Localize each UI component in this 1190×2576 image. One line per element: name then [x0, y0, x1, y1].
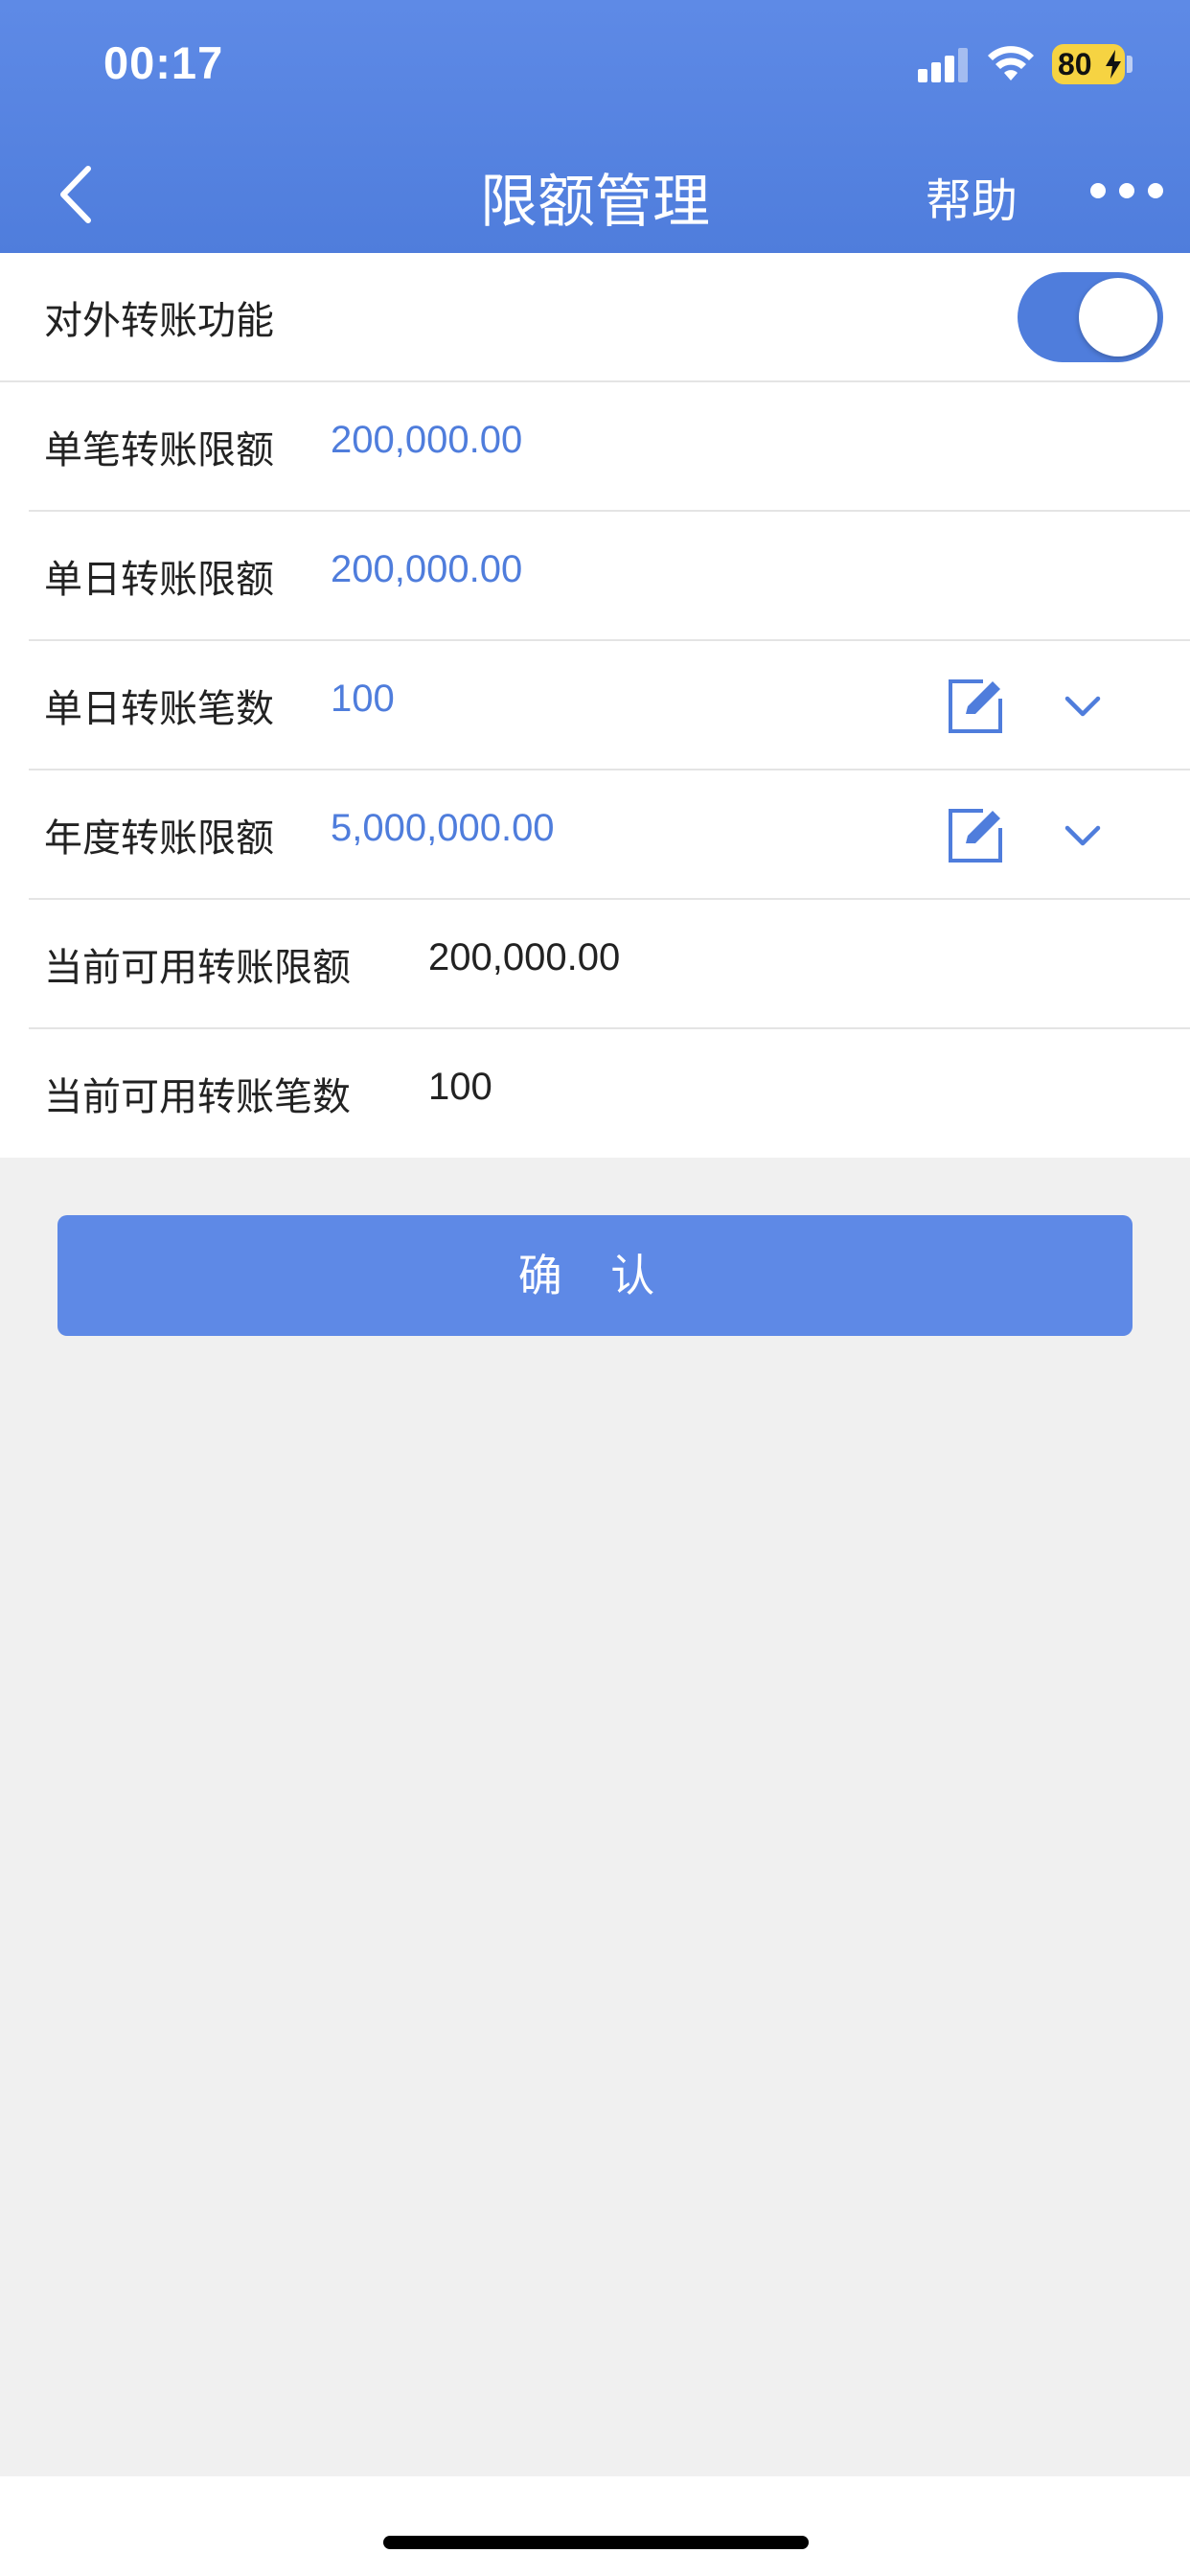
- available-transfer-limit-value: 200,000.00: [428, 936, 621, 978]
- wifi-icon: [988, 46, 1034, 80]
- edit-icon[interactable]: [945, 805, 1006, 866]
- row-label: 单笔转账限额: [44, 428, 274, 472]
- daily-transfer-count-row: 单日转账笔数 100: [29, 641, 1190, 770]
- daily-transfer-limit-value: 200,000.00: [331, 548, 523, 590]
- daily-transfer-count-value: 100: [331, 678, 395, 720]
- row-label: 当前可用转账笔数: [44, 1075, 351, 1119]
- external-transfer-row: 对外转账功能: [0, 253, 1190, 382]
- more-dots-icon[interactable]: [1088, 176, 1165, 205]
- bottom-safe-area: [0, 2476, 1190, 2576]
- toggle-knob: [1079, 278, 1157, 356]
- top-bar: 00:17 80 限额管理 帮助: [0, 0, 1190, 253]
- help-link[interactable]: 帮助: [926, 163, 1018, 230]
- battery-level: 80: [1058, 47, 1092, 81]
- single-transfer-limit-value: 200,000.00: [331, 419, 523, 461]
- chevron-down-icon[interactable]: [1062, 689, 1104, 722]
- available-transfer-count-value: 100: [428, 1066, 492, 1108]
- single-transfer-limit-row: 单笔转账限额 200,000.00: [29, 382, 1190, 512]
- annual-transfer-limit-row: 年度转账限额 5,000,000.00: [29, 770, 1190, 900]
- confirm-button[interactable]: 确 认: [57, 1215, 1133, 1336]
- limit-settings-list: 对外转账功能 单笔转账限额 200,000.00 单日转账限额 200,000.…: [0, 253, 1190, 1158]
- bolt-icon: [1106, 50, 1121, 79]
- row-label: 当前可用转账限额: [44, 946, 351, 990]
- daily-transfer-limit-row: 单日转账限额 200,000.00: [29, 512, 1190, 641]
- row-label: 年度转账限额: [44, 816, 274, 861]
- available-transfer-limit-row: 当前可用转账限额 200,000.00: [29, 900, 1190, 1029]
- battery-charging-icon: 80: [1052, 44, 1125, 84]
- back-button[interactable]: [50, 161, 107, 228]
- status-time: 00:17: [103, 37, 224, 88]
- chevron-down-icon[interactable]: [1062, 818, 1104, 851]
- battery-cap: [1127, 56, 1133, 73]
- available-transfer-count-row: 当前可用转账笔数 100: [29, 1029, 1190, 1159]
- external-transfer-toggle[interactable]: [1018, 272, 1163, 362]
- annual-transfer-limit-value: 5,000,000.00: [331, 807, 555, 849]
- edit-icon[interactable]: [945, 676, 1006, 737]
- signal-icon: [918, 48, 968, 82]
- row-label: 单日转账笔数: [44, 687, 274, 731]
- external-transfer-label: 对外转账功能: [44, 299, 274, 343]
- home-indicator: [383, 2536, 809, 2549]
- row-label: 单日转账限额: [44, 558, 274, 602]
